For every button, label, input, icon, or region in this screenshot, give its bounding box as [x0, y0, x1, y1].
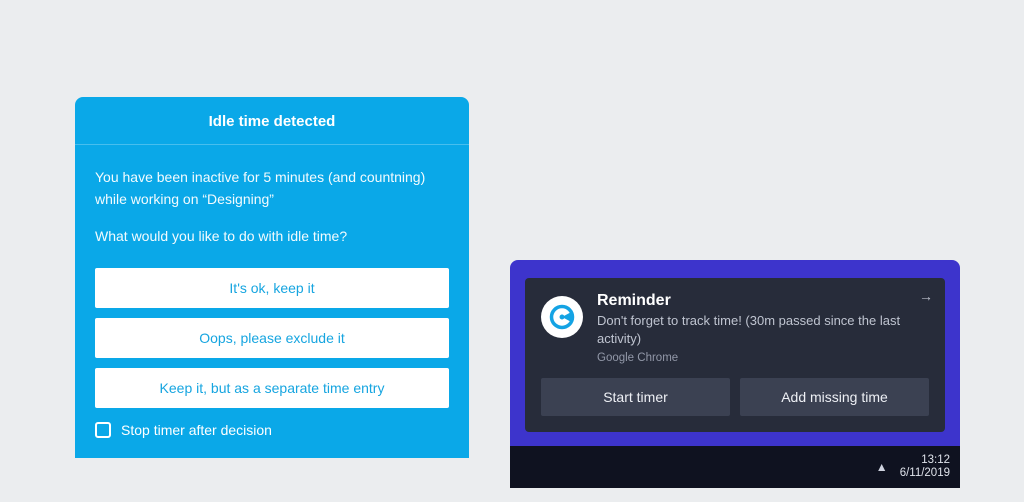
toast-source: Google Chrome — [597, 352, 913, 364]
toast-body: Don't forget to track time! (30m passed … — [597, 312, 913, 348]
clockify-icon — [541, 296, 583, 338]
exclude-it-button[interactable]: Oops, please exclude it — [95, 318, 449, 358]
idle-time-dialog: Idle time detected You have been inactiv… — [75, 97, 469, 458]
dismiss-arrow-icon[interactable]: → — [919, 288, 933, 304]
idle-inactive-message: You have been inactive for 5 minutes (an… — [95, 167, 449, 210]
idle-question: What would you like to do with idle time… — [95, 228, 449, 244]
start-timer-button[interactable]: Start timer — [541, 378, 730, 416]
stop-timer-checkbox[interactable] — [95, 422, 111, 438]
taskbar-date: 6/11/2019 — [900, 467, 950, 481]
stop-timer-checkbox-label: Stop timer after decision — [121, 422, 272, 438]
stop-timer-checkbox-row: Stop timer after decision — [95, 418, 449, 438]
idle-dialog-title: Idle time detected — [75, 97, 469, 145]
add-missing-time-button[interactable]: Add missing time — [740, 378, 929, 416]
windows-taskbar: ▲ 13:12 6/11/2019 — [510, 446, 960, 488]
tray-chevron-up-icon[interactable]: ▲ — [876, 460, 888, 474]
idle-dialog-body: You have been inactive for 5 minutes (an… — [75, 145, 469, 438]
separate-entry-button[interactable]: Keep it, but as a separate time entry — [95, 368, 449, 408]
keep-it-button[interactable]: It's ok, keep it — [95, 268, 449, 308]
taskbar-clock[interactable]: 13:12 6/11/2019 — [900, 454, 950, 482]
reminder-panel: → Reminder Don't forget to track time! (… — [510, 260, 960, 488]
reminder-toast: → Reminder Don't forget to track time! (… — [525, 278, 945, 432]
taskbar-time: 13:12 — [900, 454, 950, 468]
toast-title: Reminder — [597, 292, 913, 310]
